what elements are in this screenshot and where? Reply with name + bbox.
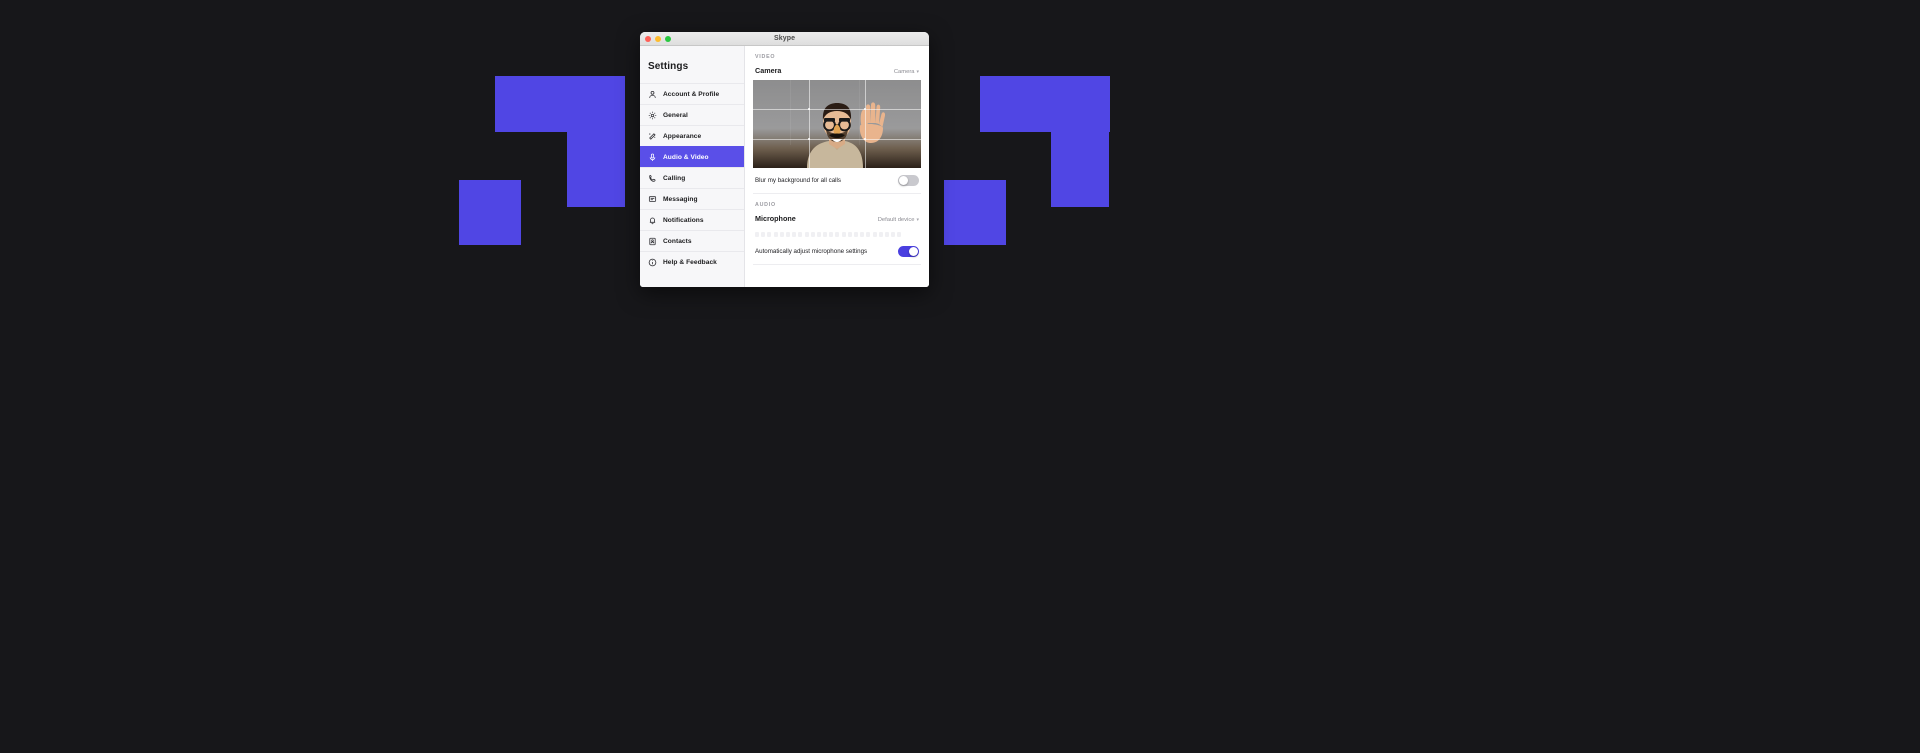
- mic-level-segment: [804, 232, 809, 237]
- sidebar-item-label: Calling: [663, 174, 686, 182]
- blur-background-label: Blur my background for all calls: [755, 177, 841, 184]
- mic-level-segment: [798, 232, 803, 237]
- chevron-down-icon: ▾: [916, 217, 919, 223]
- background-shape-left-stem: [567, 76, 625, 207]
- mic-level-segment: [755, 232, 759, 237]
- toggle-knob: [909, 247, 918, 256]
- microphone-row: Microphone Default device ▾: [753, 214, 921, 228]
- bell-icon: [648, 216, 657, 225]
- mic-level-segment: [792, 232, 797, 237]
- mic-level-segment: [884, 232, 889, 237]
- chevron-down-icon: ▾: [916, 69, 919, 75]
- microphone-label: Microphone: [755, 214, 796, 223]
- mic-level-segment: [841, 232, 846, 237]
- mic-level-segment: [785, 232, 790, 237]
- microphone-level-meter: [753, 228, 921, 237]
- mic-level-segment: [829, 232, 834, 237]
- toggle-knob: [899, 176, 908, 185]
- person-icon: [648, 90, 657, 99]
- mic-level-segment: [866, 232, 871, 237]
- camera-label: Camera: [755, 66, 782, 75]
- camera-device-dropdown[interactable]: Camera ▾: [894, 69, 919, 75]
- sidebar-item-label: General: [663, 111, 688, 119]
- mic-level-segment: [779, 232, 784, 237]
- microphone-icon: [648, 153, 657, 162]
- sidebar-item-account-profile[interactable]: Account & Profile: [640, 83, 744, 104]
- sidebar-item-label: Messaging: [663, 195, 698, 203]
- window-title: Skype: [773, 35, 796, 42]
- page-title: Settings: [648, 61, 689, 72]
- sidebar-item-label: Help & Feedback: [663, 258, 717, 266]
- gear-icon: [648, 111, 657, 120]
- auto-adjust-microphone-row: Automatically adjust microphone settings: [753, 239, 921, 265]
- sidebar-item-label: Contacts: [663, 237, 692, 245]
- sidebar-item-audio-video[interactable]: Audio & Video: [640, 146, 744, 167]
- video-section-header: VIDEO: [755, 54, 776, 60]
- camera-preview-grid: [753, 80, 921, 168]
- microphone-device-value: Default device: [877, 217, 915, 223]
- background-shape-left-square: [459, 180, 521, 245]
- sidebar-item-label: Account & Profile: [663, 90, 720, 98]
- camera-device-value: Camera: [893, 69, 915, 75]
- chat-bubble-icon: [648, 195, 657, 204]
- settings-sidebar: Settings Account & Profile General Appea…: [640, 46, 745, 287]
- sidebar-item-calling[interactable]: Calling: [640, 167, 744, 188]
- sidebar-item-label: Audio & Video: [663, 153, 709, 161]
- sidebar-item-help-feedback[interactable]: Help & Feedback: [640, 251, 744, 272]
- sidebar-item-contacts[interactable]: Contacts: [640, 230, 744, 251]
- audio-section-header: AUDIO: [755, 202, 776, 208]
- mic-level-segment: [872, 232, 877, 237]
- mic-level-segment: [767, 232, 772, 237]
- mic-level-segment: [847, 232, 852, 237]
- auto-adjust-microphone-label: Automatically adjust microphone settings: [755, 248, 868, 255]
- mic-level-segment: [897, 232, 902, 237]
- contact-card-icon: [648, 237, 657, 246]
- mic-level-segment: [823, 232, 828, 237]
- microphone-device-dropdown[interactable]: Default device ▾: [878, 217, 919, 223]
- phone-icon: [648, 174, 657, 183]
- mic-level-segment: [816, 232, 821, 237]
- sidebar-item-label: Appearance: [663, 132, 702, 140]
- camera-preview: [753, 80, 921, 168]
- mic-level-segment: [835, 232, 840, 237]
- sidebar-item-appearance[interactable]: Appearance: [640, 125, 744, 146]
- blur-background-row: Blur my background for all calls: [753, 168, 921, 194]
- sidebar-item-notifications[interactable]: Notifications: [640, 209, 744, 230]
- mic-level-segment: [891, 232, 896, 237]
- sidebar-item-label: Notifications: [663, 216, 704, 224]
- skype-settings-window: Skype Settings Account & Profile General: [640, 32, 929, 287]
- sidebar-item-messaging[interactable]: Messaging: [640, 188, 744, 209]
- mic-level-segment: [810, 232, 815, 237]
- sidebar-item-general[interactable]: General: [640, 104, 744, 125]
- mic-level-segment: [878, 232, 883, 237]
- desktop-background: Skype Settings Account & Profile General: [0, 0, 1920, 753]
- window-titlebar: Skype: [640, 32, 929, 46]
- window-body: Settings Account & Profile General Appea…: [640, 46, 929, 287]
- mic-level-segment: [860, 232, 865, 237]
- auto-adjust-microphone-toggle[interactable]: [898, 246, 919, 257]
- background-shape-right-square: [944, 180, 1006, 245]
- camera-row: Camera Camera ▾: [753, 66, 921, 80]
- mic-level-segment: [854, 232, 858, 237]
- magic-wand-icon: [648, 132, 657, 141]
- blur-background-toggle[interactable]: [898, 175, 919, 186]
- mic-level-segment: [773, 232, 778, 237]
- mic-level-segment: [761, 232, 766, 237]
- background-shape-right-stem: [1051, 76, 1109, 207]
- settings-main-panel: VIDEO Camera Camera ▾ Blur my background…: [745, 46, 929, 287]
- info-circle-icon: [648, 258, 657, 267]
